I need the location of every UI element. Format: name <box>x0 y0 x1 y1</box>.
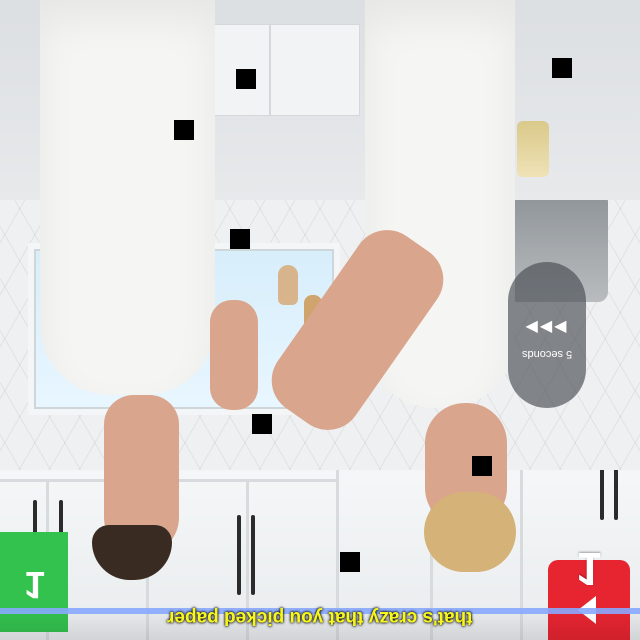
vase <box>278 265 298 305</box>
cabinet-handle <box>251 515 255 595</box>
cabinet-handle <box>59 500 63 570</box>
cabinet-divider <box>46 480 49 640</box>
occlusion-square <box>252 414 272 434</box>
flipped-scene <box>0 0 640 640</box>
occlusion-square <box>236 69 256 89</box>
drawer <box>270 24 360 116</box>
occlusion-square <box>174 120 194 140</box>
cabinet-divider <box>246 480 249 640</box>
cabinet-handle <box>33 500 37 570</box>
cabinet-handle <box>237 515 241 595</box>
occlusion-square <box>472 456 492 476</box>
left-person-arm <box>210 300 258 410</box>
right-person-hair <box>424 492 516 572</box>
canister <box>517 121 549 177</box>
occlusion-square <box>340 552 360 572</box>
occlusion-square <box>230 229 250 249</box>
video-frame: ◀◀◀ 5 seconds 1 1 that's crazy that you … <box>0 0 640 640</box>
left-person-shirt <box>40 0 215 395</box>
occlusion-square <box>552 58 572 78</box>
